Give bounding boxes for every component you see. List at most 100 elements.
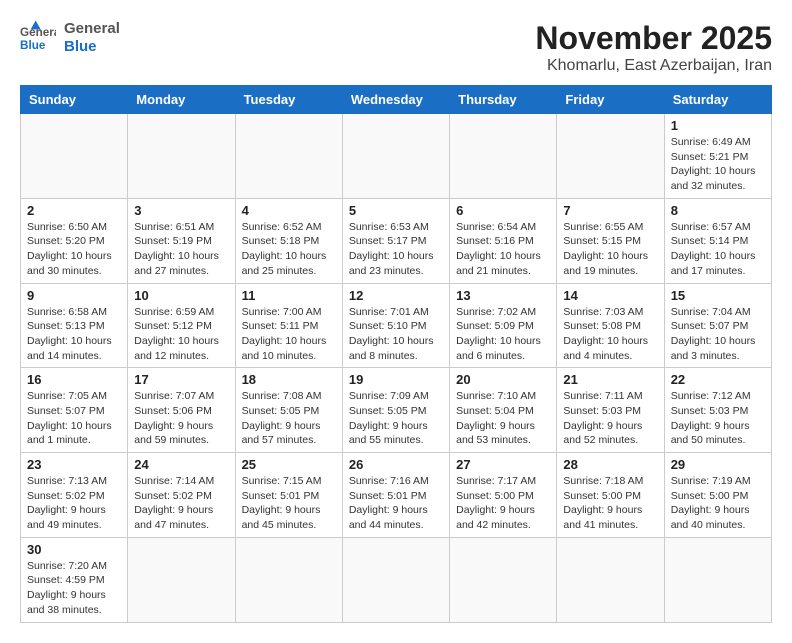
day-number: 23 (27, 457, 121, 472)
day-info: Sunrise: 6:50 AM Sunset: 5:20 PM Dayligh… (27, 220, 121, 279)
calendar-day: 8Sunrise: 6:57 AM Sunset: 5:14 PM Daylig… (664, 198, 771, 283)
calendar-day: 25 Sunrise: 7:15 AM Sunset: 5:01 PM Dayli… (235, 453, 342, 538)
day-info: Sunrise: 6:55 AM Sunset: 5:15 PM Dayligh… (563, 220, 657, 279)
calendar-week-2: 2Sunrise: 6:50 AM Sunset: 5:20 PM Daylig… (21, 198, 772, 283)
day-info: Sunrise: 7:13 AM Sunset: 5:02 PM Dayligh… (27, 474, 121, 533)
calendar-day: 17Sunrise: 7:07 AM Sunset: 5:06 PM Dayli… (128, 368, 235, 453)
day-info: Sunrise: 6:58 AM Sunset: 5:13 PM Dayligh… (27, 305, 121, 364)
calendar-day: 21 Sunrise: 7:11 AM Sunset: 5:03 PM Dayli… (557, 368, 664, 453)
weekday-header-sunday: Sunday (21, 86, 128, 114)
calendar-day: 28Sunrise: 7:18 AM Sunset: 5:00 PM Dayli… (557, 453, 664, 538)
day-info: Sunrise: 7:05 AM Sunset: 5:07 PM Dayligh… (27, 389, 121, 448)
day-info: Sunrise: 7:14 AM Sunset: 5:02 PM Dayligh… (134, 474, 228, 533)
weekday-header-saturday: Saturday (664, 86, 771, 114)
calendar-day (235, 114, 342, 199)
day-info: Sunrise: 7:12 AM Sunset: 5:03 PM Dayligh… (671, 389, 765, 448)
weekday-header-tuesday: Tuesday (235, 86, 342, 114)
day-info: Sunrise: 7:20 AM Sunset: 4:59 PM Dayligh… (27, 559, 121, 618)
weekday-header-row: SundayMondayTuesdayWednesdayThursdayFrid… (21, 86, 772, 114)
day-number: 19 (349, 372, 443, 387)
day-info: Sunrise: 7:09 AM Sunset: 5:05 PM Dayligh… (349, 389, 443, 448)
calendar-day: 20 Sunrise: 7:10 AM Sunset: 5:04 PM Dayli… (450, 368, 557, 453)
day-info: Sunrise: 7:19 AM Sunset: 5:00 PM Dayligh… (671, 474, 765, 533)
day-number: 24 (134, 457, 228, 472)
day-info: Sunrise: 7:11 AM Sunset: 5:03 PM Dayligh… (563, 389, 657, 448)
day-info: Sunrise: 6:49 AM Sunset: 5:21 PM Dayligh… (671, 135, 765, 194)
calendar-day: 14 Sunrise: 7:03 AM Sunset: 5:08 PM Dayli… (557, 283, 664, 368)
calendar-day: 1Sunrise: 6:49 AM Sunset: 5:21 PM Daylig… (664, 114, 771, 199)
day-number: 22 (671, 372, 765, 387)
calendar-day: 18 Sunrise: 7:08 AM Sunset: 5:05 PM Dayli… (235, 368, 342, 453)
day-info: Sunrise: 7:18 AM Sunset: 5:00 PM Dayligh… (563, 474, 657, 533)
calendar-day: 27Sunrise: 7:17 AM Sunset: 5:00 PM Dayli… (450, 453, 557, 538)
day-number: 21 (563, 372, 657, 387)
weekday-header-wednesday: Wednesday (342, 86, 449, 114)
day-number: 16 (27, 372, 121, 387)
calendar-week-5: 23 Sunrise: 7:13 AM Sunset: 5:02 PM Dayli… (21, 453, 772, 538)
day-info: Sunrise: 7:10 AM Sunset: 5:04 PM Dayligh… (456, 389, 550, 448)
calendar-day: 19 Sunrise: 7:09 AM Sunset: 5:05 PM Dayli… (342, 368, 449, 453)
location-title: Khomarlu, East Azerbaijan, Iran (535, 57, 772, 75)
day-number: 3 (134, 203, 228, 218)
day-number: 11 (242, 288, 336, 303)
day-info: Sunrise: 7:03 AM Sunset: 5:08 PM Dayligh… (563, 305, 657, 364)
calendar-day: 3Sunrise: 6:51 AM Sunset: 5:19 PM Daylig… (128, 198, 235, 283)
calendar-day: 29 Sunrise: 7:19 AM Sunset: 5:00 PM Dayli… (664, 453, 771, 538)
weekday-header-monday: Monday (128, 86, 235, 114)
day-info: Sunrise: 7:17 AM Sunset: 5:00 PM Dayligh… (456, 474, 550, 533)
calendar-day (128, 114, 235, 199)
calendar-day: 6 Sunrise: 6:54 AM Sunset: 5:16 PM Daylig… (450, 198, 557, 283)
calendar-day: 10Sunrise: 6:59 AM Sunset: 5:12 PM Dayli… (128, 283, 235, 368)
weekday-header-thursday: Thursday (450, 86, 557, 114)
day-info: Sunrise: 6:52 AM Sunset: 5:18 PM Dayligh… (242, 220, 336, 279)
day-info: Sunrise: 6:59 AM Sunset: 5:12 PM Dayligh… (134, 305, 228, 364)
logo: General Blue General Blue (20, 20, 120, 56)
calendar-day: 23 Sunrise: 7:13 AM Sunset: 5:02 PM Dayli… (21, 453, 128, 538)
calendar-day (342, 537, 449, 622)
calendar-day: 12 Sunrise: 7:01 AM Sunset: 5:10 PM Dayli… (342, 283, 449, 368)
day-number: 6 (456, 203, 550, 218)
calendar-day (450, 537, 557, 622)
day-number: 15 (671, 288, 765, 303)
logo-general-text: General (64, 20, 120, 38)
day-number: 12 (349, 288, 443, 303)
calendar-day (128, 537, 235, 622)
calendar-day: 5Sunrise: 6:53 AM Sunset: 5:17 PM Daylig… (342, 198, 449, 283)
calendar-day (235, 537, 342, 622)
day-number: 29 (671, 457, 765, 472)
day-number: 30 (27, 542, 121, 557)
page-header: General Blue General Blue November 2025 … (20, 20, 772, 75)
day-number: 13 (456, 288, 550, 303)
day-info: Sunrise: 7:08 AM Sunset: 5:05 PM Dayligh… (242, 389, 336, 448)
weekday-header-friday: Friday (557, 86, 664, 114)
calendar-day: 26Sunrise: 7:16 AM Sunset: 5:01 PM Dayli… (342, 453, 449, 538)
day-info: Sunrise: 7:04 AM Sunset: 5:07 PM Dayligh… (671, 305, 765, 364)
day-number: 7 (563, 203, 657, 218)
day-number: 20 (456, 372, 550, 387)
calendar-day: 11Sunrise: 7:00 AM Sunset: 5:11 PM Dayli… (235, 283, 342, 368)
svg-text:Blue: Blue (20, 39, 46, 52)
calendar-day (450, 114, 557, 199)
day-number: 14 (563, 288, 657, 303)
calendar-day: 9Sunrise: 6:58 AM Sunset: 5:13 PM Daylig… (21, 283, 128, 368)
logo-blue-text: Blue (64, 38, 120, 56)
day-info: Sunrise: 7:01 AM Sunset: 5:10 PM Dayligh… (349, 305, 443, 364)
day-info: Sunrise: 6:54 AM Sunset: 5:16 PM Dayligh… (456, 220, 550, 279)
calendar-day: 13Sunrise: 7:02 AM Sunset: 5:09 PM Dayli… (450, 283, 557, 368)
day-number: 25 (242, 457, 336, 472)
day-number: 18 (242, 372, 336, 387)
calendar-day: 24 Sunrise: 7:14 AM Sunset: 5:02 PM Dayli… (128, 453, 235, 538)
calendar-day: 15 Sunrise: 7:04 AM Sunset: 5:07 PM Dayli… (664, 283, 771, 368)
calendar-week-6: 30 Sunrise: 7:20 AM Sunset: 4:59 PM Dayli… (21, 537, 772, 622)
calendar-day (664, 537, 771, 622)
day-info: Sunrise: 7:16 AM Sunset: 5:01 PM Dayligh… (349, 474, 443, 533)
calendar-day: 16 Sunrise: 7:05 AM Sunset: 5:07 PM Dayli… (21, 368, 128, 453)
calendar-day: 30 Sunrise: 7:20 AM Sunset: 4:59 PM Dayli… (21, 537, 128, 622)
calendar-week-4: 16 Sunrise: 7:05 AM Sunset: 5:07 PM Dayli… (21, 368, 772, 453)
calendar-day: 7 Sunrise: 6:55 AM Sunset: 5:15 PM Daylig… (557, 198, 664, 283)
calendar-day: 22 Sunrise: 7:12 AM Sunset: 5:03 PM Dayli… (664, 368, 771, 453)
calendar-day: 4Sunrise: 6:52 AM Sunset: 5:18 PM Daylig… (235, 198, 342, 283)
day-number: 8 (671, 203, 765, 218)
day-info: Sunrise: 7:15 AM Sunset: 5:01 PM Dayligh… (242, 474, 336, 533)
calendar-day (557, 537, 664, 622)
